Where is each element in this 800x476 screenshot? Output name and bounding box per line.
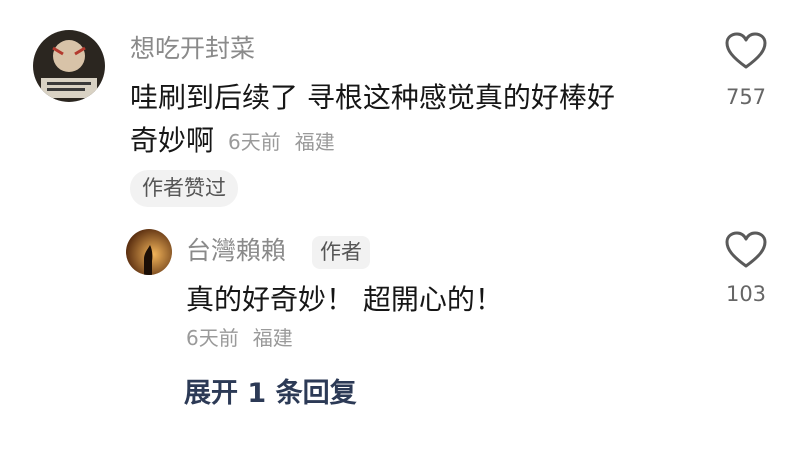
author-tag: 作者 [312,236,370,269]
commenter-avatar[interactable] [33,30,105,102]
comment-like-button[interactable] [724,31,768,71]
author-liked-badge: 作者赞过 [130,170,238,207]
replier-username[interactable]: 台灣賴賴 [186,238,286,263]
comment-like-count: 757 [725,85,767,109]
comment-text-line1: 哇刷到后续了 寻根这种感觉真的好棒好 [130,81,615,114]
heart-outline-icon [725,32,767,69]
reply-like-button[interactable] [724,230,768,270]
comment-location: 福建 [294,130,335,154]
reply-location: 福建 [252,326,293,350]
comment-meta: 6天前 福建 [228,132,335,152]
reply-time: 6天前 [186,326,239,350]
commenter-username[interactable]: 想吃开封菜 [130,36,255,61]
comment-text-line2: 奇妙啊 [130,124,215,157]
comment-time: 6天前 [228,130,281,154]
reply-meta: 6天前 福建 [186,328,293,348]
heart-outline-icon [725,231,767,268]
replier-avatar[interactable] [126,229,172,275]
expand-replies-link[interactable]: 展开 1 条回复 [184,380,357,407]
reply-like-count: 103 [725,282,767,306]
reply-text: 真的好奇妙！ 超開心的！ [186,283,503,316]
